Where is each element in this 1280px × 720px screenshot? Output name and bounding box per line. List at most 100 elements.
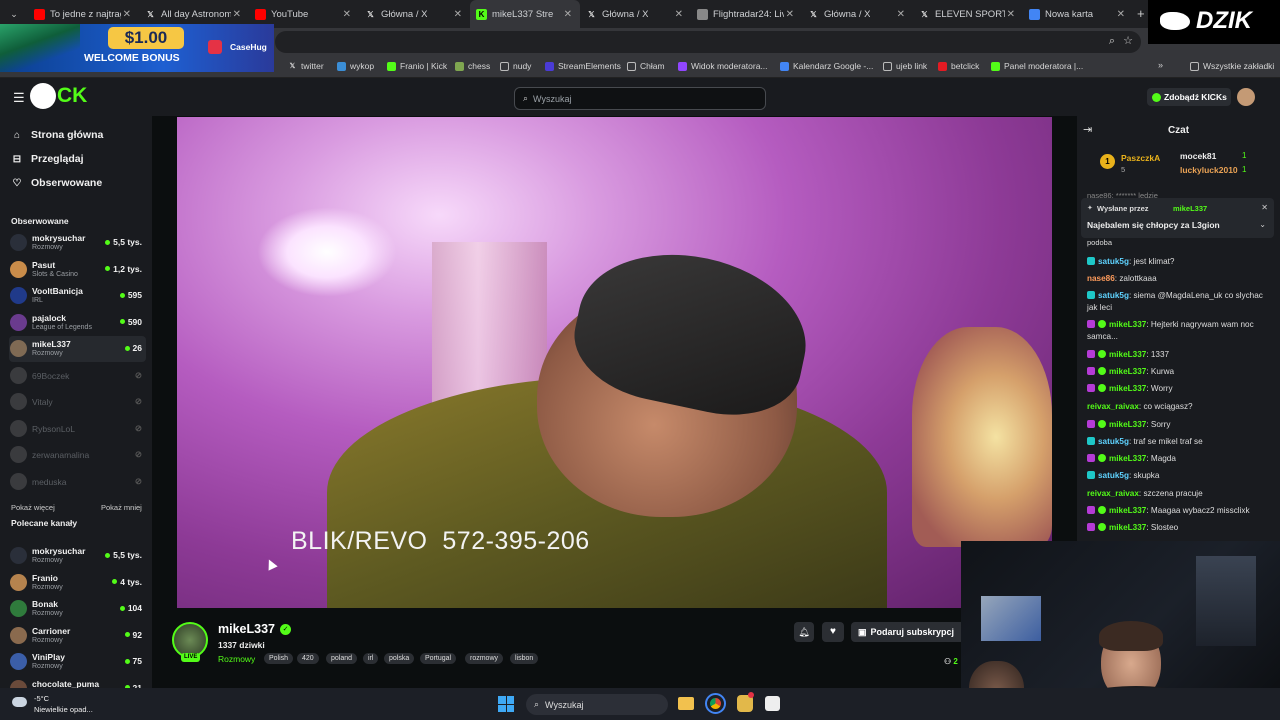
channel-item[interactable]: Pasut Slots & Casino 1,2 tys.	[9, 257, 146, 283]
taskbar-search[interactable]: ⌕ Wyszukaj	[526, 694, 668, 715]
start-button[interactable]	[498, 696, 514, 712]
leader-name[interactable]: PaszczkA	[1121, 153, 1160, 163]
stream-tag[interactable]: irl	[363, 653, 379, 664]
follow-heart-button[interactable]: ♥	[822, 622, 844, 642]
stream-tag[interactable]: Polish	[264, 653, 294, 664]
stream-tag[interactable]: rozmowy	[465, 653, 504, 664]
close-tab-icon[interactable]: ✕	[123, 9, 131, 20]
bookmark-item[interactable]: StreamElements	[545, 61, 621, 71]
close-tab-icon[interactable]: ✕	[343, 9, 351, 20]
browser-tab[interactable]: KmikeL337 Stre ✕	[470, 0, 580, 28]
show-less-button[interactable]: Pokaż mniej	[101, 503, 142, 512]
file-explorer-icon[interactable]	[678, 697, 694, 710]
browser-tab[interactable]: 𝕏 Główna / X ✕	[802, 0, 913, 28]
chrome-icon[interactable]	[705, 693, 726, 714]
close-tab-icon[interactable]: ✕	[454, 9, 462, 20]
stream-tag[interactable]: 420	[297, 653, 319, 664]
show-more-button[interactable]: Pokaż więcej	[11, 503, 55, 512]
channel-item[interactable]: VooltBanicja IRL 595	[9, 283, 146, 309]
channel-item[interactable]: 69Boczek ⊘	[9, 363, 146, 389]
chat-username[interactable]: nase86	[1087, 274, 1115, 283]
chat-username[interactable]: satuk5g	[1098, 291, 1129, 300]
browser-tab[interactable]: 𝕏 Główna / X ✕	[580, 0, 691, 28]
stream-tag[interactable]: polska	[384, 653, 415, 664]
close-tab-icon[interactable]: ✕	[786, 9, 794, 20]
pinned-message[interactable]: ✦ Wysłane przez mikeL337 ✕ Najebalem się…	[1081, 198, 1274, 238]
address-bar[interactable]: ⌕ ☆	[275, 31, 1141, 53]
chat-username[interactable]: mikeL337	[1109, 320, 1146, 329]
chat-username[interactable]: mikeL337	[1109, 523, 1146, 532]
bookmark-item[interactable]: Panel moderatora |...	[991, 61, 1083, 71]
channel-item[interactable]: meduska ⊘	[9, 469, 146, 495]
chat-username[interactable]: reivax_raivax	[1087, 489, 1139, 498]
chat-username[interactable]: satuk5g	[1098, 471, 1129, 480]
user-avatar[interactable]	[1237, 88, 1255, 106]
channel-item[interactable]: Carrioner Rozmowy 92	[9, 623, 146, 649]
more-bookmarks-icon[interactable]: »	[1158, 60, 1163, 70]
casino-ad-banner[interactable]: $1.00 WELCOME BONUS CaseHug	[0, 24, 274, 72]
chat-username[interactable]: mikeL337	[1109, 367, 1146, 376]
channel-item[interactable]: zerwanamalina ⊘	[9, 442, 146, 468]
close-tab-icon[interactable]: ✕	[1117, 9, 1125, 20]
channel-item[interactable]: mokrysuchar Rozmowy 5,5 tys.	[9, 543, 146, 569]
streamer-name[interactable]: mikeL337	[218, 622, 275, 636]
bookmark-item[interactable]: Chłam	[627, 61, 665, 71]
channel-item[interactable]: mikeL337 Rozmowy 26	[9, 336, 146, 362]
close-tab-icon[interactable]: ✕	[897, 9, 905, 20]
channel-item[interactable]: Franio Rozmowy 4 tys.	[9, 570, 146, 596]
close-tab-icon[interactable]: ✕	[233, 9, 241, 20]
stream-category[interactable]: Rozmowy	[218, 654, 255, 664]
kick-logo[interactable]: CK	[30, 83, 96, 109]
new-tab-button[interactable]: +	[1137, 6, 1145, 21]
bookmark-item[interactable]: Kalendarz Google -...	[780, 61, 873, 71]
stream-tag[interactable]: Portugal	[420, 653, 457, 664]
unpin-icon[interactable]: ✕	[1261, 203, 1268, 212]
bookmark-item[interactable]: Franio | Kick	[387, 61, 447, 71]
bookmark-item[interactable]: nudy	[500, 61, 531, 71]
all-bookmarks-folder[interactable]: Wszystkie zakładki	[1190, 61, 1274, 71]
chat-username[interactable]: mikeL337	[1109, 420, 1146, 429]
chat-username[interactable]: mikeL337	[1109, 350, 1146, 359]
gift-sub-button[interactable]: ▣ Podaruj subskrypcj	[851, 622, 966, 642]
close-tab-icon[interactable]: ✕	[675, 9, 683, 20]
bookmark-star-icon[interactable]: ☆	[1123, 34, 1133, 47]
chat-username[interactable]: satuk5g	[1098, 437, 1129, 446]
leader-name[interactable]: mocek81	[1180, 151, 1216, 161]
expand-pin-icon[interactable]: ⌄	[1259, 220, 1266, 229]
nav-item-heart[interactable]: ♡ Obserwowane	[11, 177, 103, 189]
channel-item[interactable]: ViniPlay Rozmowy 75	[9, 649, 146, 675]
chat-username[interactable]: reivax_raivax	[1087, 402, 1139, 411]
snipping-tool-icon[interactable]	[765, 696, 780, 711]
channel-item[interactable]: mokrysuchar Rozmowy 5,5 tys.	[9, 230, 146, 256]
kicks-button[interactable]: Zdobądź KICKs	[1147, 88, 1231, 106]
menu-icon[interactable]: ☰	[13, 90, 25, 106]
bookmark-item[interactable]: chess	[455, 61, 490, 71]
chat-username[interactable]: mikeL337	[1109, 384, 1146, 393]
chat-username[interactable]: mikeL337	[1109, 454, 1146, 463]
notification-bell-button[interactable]: 🔔︎	[794, 622, 814, 642]
nav-item-browse[interactable]: ⊟ Przeglądaj	[11, 153, 84, 165]
nav-item-home[interactable]: ⌂ Strona główna	[11, 129, 103, 141]
leader-name[interactable]: luckyluck2010	[1180, 165, 1238, 175]
chat-username[interactable]: mikeL337	[1109, 506, 1146, 515]
bookmark-item[interactable]: 𝕏twitter	[288, 61, 324, 71]
chat-username[interactable]: satuk5g	[1098, 257, 1129, 266]
channel-item[interactable]: RybsonLoL ⊘	[9, 416, 146, 442]
stream-tag[interactable]: lisbon	[510, 653, 539, 664]
browser-tab[interactable]: Nowa karta ✕	[1023, 0, 1133, 28]
bookmark-item[interactable]: wykop	[337, 61, 374, 71]
stream-tag[interactable]: poland	[326, 653, 358, 664]
channel-item[interactable]: Vitaly ⊘	[9, 389, 146, 415]
browser-tab[interactable]: 𝕏 Główna / X ✕	[359, 0, 470, 28]
browser-tab[interactable]: 𝕏ELEVEN SPORTS F✕	[913, 0, 1023, 28]
search-input[interactable]: ⌕ Wyszukaj	[514, 87, 766, 110]
zoom-icon[interactable]: ⌕	[1109, 35, 1115, 48]
close-tab-icon[interactable]: ✕	[564, 9, 572, 20]
weather-widget[interactable]: -5°C Niewielkie opad...	[10, 693, 120, 717]
channel-item[interactable]: pajalock League of Legends 590	[9, 310, 146, 336]
bookmark-item[interactable]: Widok moderatora...	[678, 61, 768, 71]
channel-item[interactable]: Bonak Rozmowy 104	[9, 596, 146, 622]
video-player[interactable]: BLIK/REVO 572-395-206	[177, 117, 1052, 608]
close-tab-icon[interactable]: ✕	[1007, 9, 1015, 20]
browser-tab[interactable]: Flightradar24: Live ✕	[691, 0, 802, 28]
